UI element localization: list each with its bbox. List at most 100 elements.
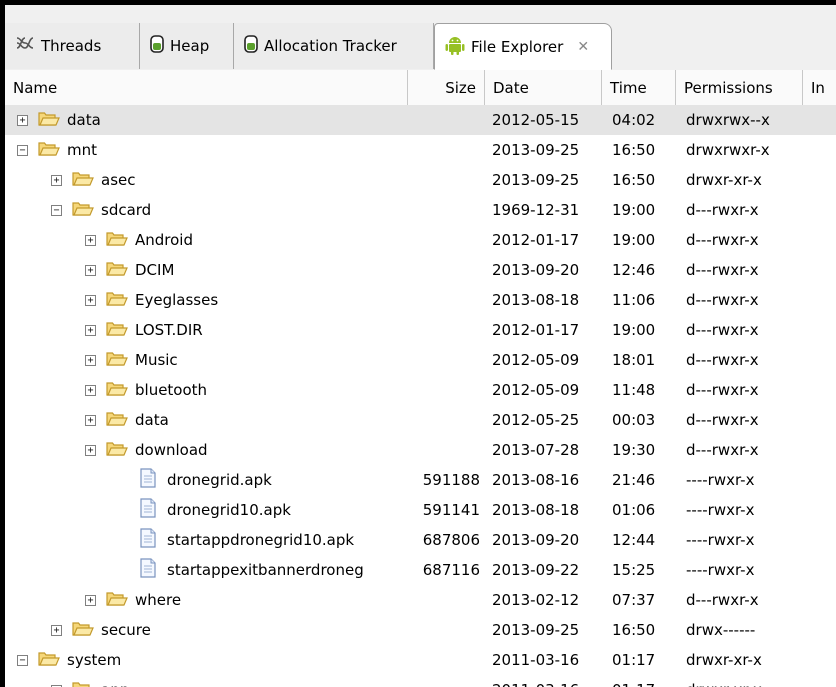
table-row[interactable]: − system 2011-03-16 01:17 drwxr-xr-x (5, 645, 836, 675)
permissions-cell: drwxrwx--x (686, 111, 770, 129)
tab-label: File Explorer (471, 37, 564, 56)
name-cell: + data (85, 405, 169, 435)
tab-threads[interactable]: Threads (5, 23, 140, 69)
column-header-row: Name Size Date Time Permissions In (5, 70, 836, 106)
folder-icon (72, 620, 94, 641)
time-cell: 19:00 (612, 231, 656, 249)
size-cell (408, 675, 480, 687)
collapse-icon[interactable]: − (17, 144, 28, 156)
column-header-time[interactable]: Time (602, 70, 676, 105)
table-row[interactable]: + asec 2013-09-25 16:50 drwxr-xr-x (5, 165, 836, 195)
size-cell (408, 345, 480, 375)
name-cell: + Music (85, 345, 178, 375)
name-cell: + asec (51, 165, 135, 195)
file-name: mnt (67, 141, 97, 159)
expand-icon[interactable]: + (85, 384, 96, 396)
table-row[interactable]: + Eyeglasses 2013-08-18 11:06 d---rwxr-x (5, 285, 836, 315)
table-row[interactable]: + bluetooth 2012-05-09 11:48 d---rwxr-x (5, 375, 836, 405)
collapse-icon[interactable]: − (51, 204, 62, 216)
expand-icon[interactable]: + (51, 624, 62, 636)
date-cell: 2013-09-25 (492, 141, 580, 159)
expand-icon[interactable]: + (85, 414, 96, 426)
permissions-cell: drwxr-xr-x (686, 651, 762, 669)
table-row[interactable]: + LOST.DIR 2012-01-17 19:00 d---rwxr-x (5, 315, 836, 345)
table-row[interactable]: + where 2013-02-12 07:37 d---rwxr-x (5, 585, 836, 615)
file-icon (140, 468, 156, 492)
expand-icon[interactable]: + (85, 324, 96, 336)
expand-icon[interactable]: + (51, 174, 62, 186)
table-row[interactable]: +app 2011-03-16 01:17 drwxr-xr-x (5, 675, 836, 687)
file-name: where (135, 591, 182, 609)
table-row[interactable]: startappdronegrid10.apk 687806 2013-09-20 1… (5, 525, 836, 555)
file-icon (140, 498, 156, 522)
file-name: download (135, 441, 208, 459)
time-cell: 19:30 (612, 441, 656, 459)
name-cell: startappdronegrid10.apk (119, 525, 354, 555)
expand-icon[interactable]: + (85, 294, 96, 306)
file-name: Music (135, 351, 178, 369)
size-cell: 687806 (422, 531, 480, 549)
table-row[interactable]: startappexitbannerdroneg 687116 2013-09-22… (5, 555, 836, 585)
expand-icon[interactable]: + (17, 114, 28, 126)
time-cell: 04:02 (612, 111, 656, 129)
table-row[interactable]: − mnt 2013-09-25 16:50 drwxrwxr-x (5, 135, 836, 165)
name-cell: − mnt (17, 135, 97, 165)
file-name: app (101, 681, 129, 687)
table-row[interactable]: + DCIM 2013-09-20 12:46 d---rwxr-x (5, 255, 836, 285)
expand-icon[interactable]: + (85, 354, 96, 366)
column-header-date[interactable]: Date (485, 70, 602, 105)
permissions-cell: d---rwxr-x (686, 231, 759, 249)
time-cell: 00:03 (612, 411, 656, 429)
table-row[interactable]: dronegrid10.apk 591141 2013-08-18 01:06 ----… (5, 495, 836, 525)
size-cell (408, 315, 480, 345)
file-name: Eyeglasses (135, 291, 219, 309)
time-cell: 01:17 (612, 675, 676, 687)
table-row[interactable]: + Music 2012-05-09 18:01 d---rwxr-x (5, 345, 836, 375)
permissions-cell: drwxr-xr-x (686, 675, 803, 687)
permissions-cell: ----rwxr-x (686, 531, 755, 549)
table-row[interactable]: + secure 2013-09-25 16:50 drwx------ (5, 615, 836, 645)
table-row[interactable]: + download 2013-07-28 19:30 d---rwxr-x (5, 435, 836, 465)
table-row[interactable]: + data 2012-05-15 04:02 drwxrwx--x (5, 105, 836, 135)
table-row[interactable]: + data 2012-05-25 00:03 d---rwxr-x (5, 405, 836, 435)
file-name: bluetooth (135, 381, 208, 399)
date-cell: 2013-09-20 (492, 531, 580, 549)
date-cell: 2012-01-17 (492, 231, 580, 249)
expand-icon[interactable]: + (85, 264, 96, 276)
folder-icon (38, 140, 60, 161)
tab-allocation-tracker[interactable]: Allocation Tracker (234, 23, 434, 69)
table-row[interactable]: − sdcard 1969-12-31 19:00 d---rwxr-x (5, 195, 836, 225)
expand-icon[interactable]: + (85, 234, 96, 246)
name-cell: + download (85, 435, 208, 465)
expand-icon[interactable]: + (85, 594, 96, 606)
tab-file-explorer[interactable]: File Explorer ✕ (434, 23, 612, 70)
time-cell: 19:00 (612, 321, 656, 339)
expand-icon[interactable]: + (85, 444, 96, 456)
time-cell: 07:37 (612, 591, 656, 609)
heap-icon (150, 34, 164, 58)
table-row[interactable]: dronegrid.apk 591188 2013-08-16 21:46 ----rw… (5, 465, 836, 495)
size-cell (408, 255, 480, 285)
file-name: dronegrid10.apk (167, 501, 291, 519)
date-cell: 2013-09-22 (492, 561, 580, 579)
column-header-info[interactable]: In (803, 70, 836, 105)
close-icon[interactable]: ✕ (577, 39, 589, 55)
size-cell: 591141 (422, 501, 480, 519)
file-icon (140, 528, 156, 552)
name-cell: + bluetooth (85, 375, 207, 405)
permissions-cell: d---rwxr-x (686, 441, 759, 459)
tab-bar: Threads Heap Allocation Tracker File Exp… (5, 5, 836, 71)
column-header-permissions[interactable]: Permissions (676, 70, 803, 105)
column-header-size[interactable]: Size (408, 70, 485, 105)
permissions-cell: d---rwxr-x (686, 351, 759, 369)
folder-icon (106, 320, 128, 341)
collapse-icon[interactable]: − (17, 654, 28, 666)
name-cell: + Android (85, 225, 193, 255)
size-cell: 687116 (422, 561, 480, 579)
permissions-cell: ----rwxr-x (686, 501, 755, 519)
time-cell: 01:06 (612, 501, 656, 519)
table-row[interactable]: + Android 2012-01-17 19:00 d---rwxr-x (5, 225, 836, 255)
time-cell: 15:25 (612, 561, 656, 579)
tab-heap[interactable]: Heap (140, 23, 234, 69)
column-header-name[interactable]: Name (5, 70, 408, 105)
